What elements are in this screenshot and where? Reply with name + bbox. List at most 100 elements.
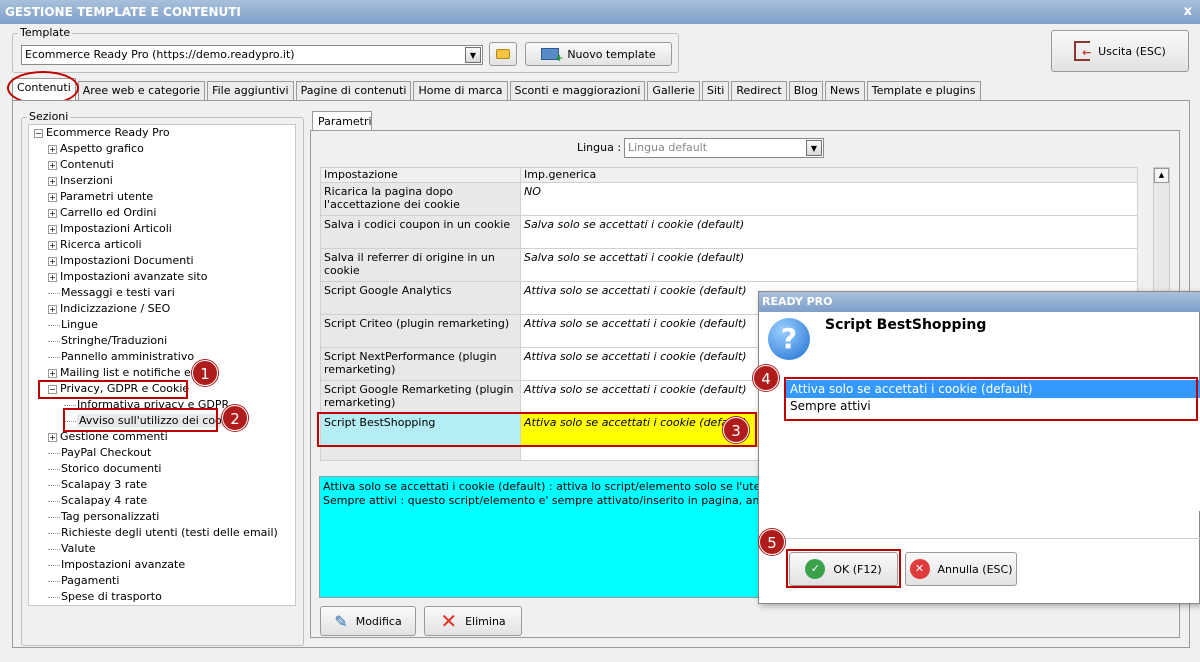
cancel-label: Annulla (ESC) [937, 562, 1013, 576]
tab-blog[interactable]: Blog [788, 81, 824, 100]
step-badge-5: 5 [759, 529, 785, 555]
tree-label: Storico documenti [61, 462, 162, 475]
template-legend: Template [18, 26, 73, 39]
tree-item[interactable]: PayPal Checkout [48, 445, 151, 461]
table-row[interactable]: Ricarica la pagina dopo l'accettazione d… [320, 182, 1138, 216]
expand-icon[interactable]: + [48, 432, 57, 442]
row-key: Ricarica la pagina dopo l'accettazione d… [320, 182, 521, 216]
tab-pagine-contenuti[interactable]: Pagine di contenuti [295, 81, 412, 100]
tree-label: Aspetto grafico [60, 142, 144, 155]
tree-item[interactable]: Stringhe/Traduzioni [48, 333, 167, 349]
new-template-button[interactable]: + Nuovo template [525, 42, 672, 66]
tab-file-aggiuntivi[interactable]: File aggiuntivi [207, 81, 294, 100]
tree-label: Contenuti [60, 158, 114, 171]
step-badge-2: 2 [222, 405, 248, 431]
cancel-button[interactable]: ✕ Annulla (ESC) [905, 552, 1017, 586]
annotation-box-bestshopping [317, 412, 757, 447]
expand-icon[interactable]: + [48, 304, 57, 314]
row-value[interactable]: Salva solo se accettati i cookie (defaul… [520, 215, 1138, 249]
tree-label: Inserzioni [60, 174, 113, 187]
tree-label: Spese di trasporto [61, 590, 162, 603]
folder-button[interactable] [489, 42, 517, 66]
row-key: Script Google Analytics [320, 281, 521, 315]
elimina-button[interactable]: ✕ Elimina [424, 606, 522, 636]
exit-label: Uscita (ESC) [1098, 44, 1166, 58]
chevron-down-icon[interactable]: ▼ [465, 47, 481, 63]
tree-item[interactable]: Pannello amministrativo [48, 349, 194, 365]
tree-item[interactable]: Impostazioni avanzate [48, 557, 185, 573]
tree-item[interactable]: Tag personalizzati [48, 509, 159, 525]
window-titlebar: GESTIONE TEMPLATE E CONTENUTI x [0, 0, 1200, 24]
annotation-box-privacy [38, 380, 188, 399]
tree-item[interactable]: + Parametri utente [48, 189, 153, 205]
row-value[interactable]: NO [520, 182, 1138, 216]
tree-item[interactable]: + Ricerca articoli [48, 237, 142, 253]
tree-item[interactable]: + Inserzioni [48, 173, 113, 189]
tree-item[interactable]: Spese di trasporto [48, 589, 162, 605]
sections-legend: Sezioni [27, 110, 71, 123]
chevron-down-icon[interactable]: ▼ [806, 140, 822, 156]
dialog-titlebar: READY PRO [759, 292, 1200, 312]
tab-redirect[interactable]: Redirect [731, 81, 787, 100]
cancel-icon: ✕ [909, 559, 930, 579]
tree-item[interactable]: Richieste degli utenti (testi delle emai… [48, 525, 278, 541]
expand-icon[interactable]: + [48, 192, 57, 202]
scroll-up-icon[interactable]: ▲ [1154, 168, 1169, 183]
tree-item[interactable]: + Carrello ed Ordini [48, 205, 156, 221]
lingua-select[interactable]: Lingua default ▼ [624, 138, 824, 158]
expand-icon[interactable]: + [48, 368, 57, 378]
row-key: Script Criteo (plugin remarketing) [320, 314, 521, 348]
expand-icon[interactable]: + [48, 208, 57, 218]
tab-template-plugins[interactable]: Template e plugins [866, 81, 981, 100]
tree-item[interactable]: + Impostazioni Documenti [48, 253, 194, 269]
exit-button[interactable]: ← Uscita (ESC) [1051, 30, 1189, 72]
tree-label: Tag personalizzati [61, 510, 160, 523]
close-icon[interactable]: x [1184, 0, 1192, 24]
table-row[interactable]: Salva il referrer di origine in un cooki… [320, 248, 1138, 282]
tree-item[interactable]: + Contenuti [48, 157, 114, 173]
tree-item[interactable]: Pagamenti [48, 573, 119, 589]
expand-icon[interactable]: + [48, 272, 57, 282]
tree-label: Pannello amministrativo [61, 350, 195, 363]
tree-item[interactable]: Storico documenti [48, 461, 161, 477]
expand-icon[interactable]: + [48, 144, 57, 154]
tree-item[interactable]: Messaggi e testi vari [48, 285, 175, 301]
template-select[interactable]: Ecommerce Ready Pro (https://demo.readyp… [21, 45, 483, 65]
tab-gallerie[interactable]: Gallerie [647, 81, 700, 100]
expand-icon[interactable]: + [48, 224, 57, 234]
expand-icon[interactable]: + [48, 160, 57, 170]
collapse-icon[interactable]: − [34, 128, 43, 138]
expand-icon[interactable]: + [48, 176, 57, 186]
tree-label: Pagamenti [61, 574, 120, 587]
delete-icon: ✕ [440, 609, 458, 633]
tree-item[interactable]: + Mailing list e notifiche email [48, 365, 214, 381]
tree-label: Impostazioni avanzate [61, 558, 186, 571]
new-template-icon: + [541, 48, 563, 64]
tree-label: PayPal Checkout [61, 446, 152, 459]
annotation-box-cookie [63, 408, 218, 432]
tree-item[interactable]: + Impostazioni Articoli [48, 221, 172, 237]
tree-item[interactable]: + Impostazioni avanzate sito [48, 269, 207, 285]
tab-home-marca[interactable]: Home di marca [413, 81, 508, 100]
tree-item[interactable]: + Aspetto grafico [48, 141, 144, 157]
tab-siti[interactable]: Siti [701, 81, 730, 100]
tree-item[interactable]: Scalapay 4 rate [48, 493, 147, 509]
modifica-button[interactable]: ✎ Modifica [320, 606, 416, 636]
tree-item[interactable]: Valute [48, 541, 96, 557]
table-row[interactable]: Salva i codici coupon in un cookie Salva … [320, 215, 1138, 249]
tree-label: Ecommerce Ready Pro [46, 126, 170, 139]
tab-aree-web[interactable]: Aree web e categorie [77, 81, 206, 100]
new-template-label: Nuovo template [567, 47, 656, 61]
expand-icon[interactable]: + [48, 240, 57, 250]
row-value[interactable]: Salva solo se accettati i cookie (defaul… [520, 248, 1138, 282]
expand-icon[interactable]: + [48, 256, 57, 266]
tab-news[interactable]: News [825, 81, 865, 100]
tree-item[interactable]: Scalapay 3 rate [48, 477, 147, 493]
tab-parametri[interactable]: Parametri [312, 111, 372, 131]
tree-root[interactable]: − Ecommerce Ready Pro [34, 125, 170, 141]
tree-item[interactable]: + Indicizzazione / SEO [48, 301, 170, 317]
tab-sconti[interactable]: Sconti e maggiorazioni [509, 81, 646, 100]
annotation-box-ok [786, 549, 901, 588]
tree-item[interactable]: Lingue [48, 317, 98, 333]
tree-label: Valute [61, 542, 96, 555]
